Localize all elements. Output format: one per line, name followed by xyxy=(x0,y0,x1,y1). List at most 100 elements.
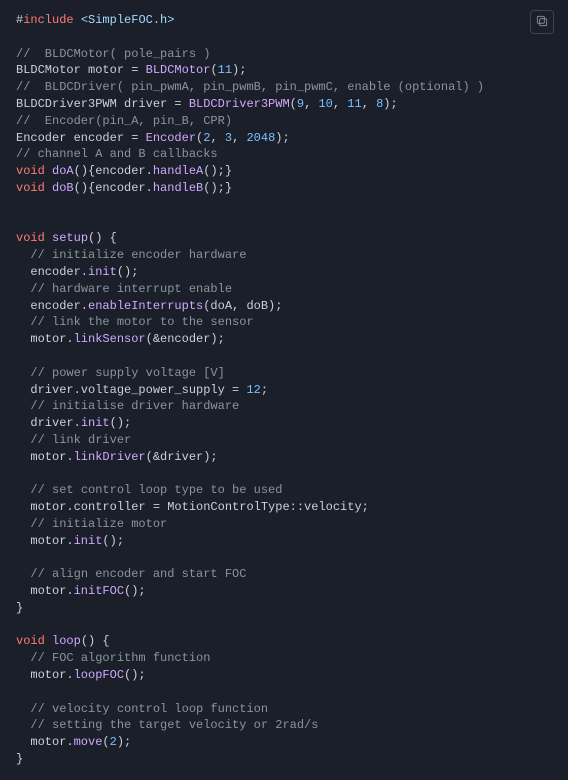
code-token: ); xyxy=(383,97,397,111)
code-token: motor.controller = MotionControlType::ve… xyxy=(16,500,369,514)
code-line: // FOC algorithm function xyxy=(16,650,552,667)
code-token: } xyxy=(16,752,23,766)
code-token: // setting the target velocity or 2rad/s xyxy=(30,718,318,732)
code-token: , xyxy=(304,97,318,111)
code-token: // BLDCDriver( pin_pwmA, pin_pwmB, pin_p… xyxy=(16,80,484,94)
code-line xyxy=(16,29,552,46)
code-token xyxy=(16,399,30,413)
code-line: driver.init(); xyxy=(16,415,552,432)
code-token: ; xyxy=(261,383,268,397)
code-token: motor. xyxy=(16,584,74,598)
code-content: #include <SimpleFOC.h> // BLDCMotor( pol… xyxy=(16,12,552,768)
code-line: motor.loopFOC(); xyxy=(16,667,552,684)
code-line: motor.initFOC(); xyxy=(16,583,552,600)
code-token: // link driver xyxy=(30,433,131,447)
code-token: (&driver); xyxy=(146,450,218,464)
code-line: // channel A and B callbacks xyxy=(16,146,552,163)
code-token xyxy=(16,248,30,262)
code-token xyxy=(74,13,81,27)
code-token: ); xyxy=(275,131,289,145)
code-token xyxy=(16,651,30,665)
code-token: init xyxy=(88,265,117,279)
code-token xyxy=(16,433,30,447)
code-token: (&encoder); xyxy=(146,332,225,346)
code-line: driver.voltage_power_supply = 12; xyxy=(16,382,552,399)
code-token: handleA xyxy=(153,164,203,178)
code-token: loop xyxy=(52,634,81,648)
code-token: , xyxy=(362,97,376,111)
code-token: (); xyxy=(117,265,139,279)
code-line xyxy=(16,617,552,634)
copy-icon xyxy=(535,14,549,31)
code-token: // FOC algorithm function xyxy=(30,651,210,665)
code-token: // initialize motor xyxy=(30,517,167,531)
code-token: move xyxy=(74,735,103,749)
code-token xyxy=(45,164,52,178)
code-line: void setup() { xyxy=(16,230,552,247)
code-token: 9 xyxy=(297,97,304,111)
code-token: loopFOC xyxy=(74,668,124,682)
code-line: encoder.init(); xyxy=(16,264,552,281)
code-token: ();} xyxy=(203,181,232,195)
code-token: void xyxy=(16,634,45,648)
code-line: motor.linkDriver(&driver); xyxy=(16,449,552,466)
code-line: // initialize motor xyxy=(16,516,552,533)
code-token: // initialize encoder hardware xyxy=(30,248,246,262)
code-token: , xyxy=(210,131,224,145)
code-token: driver.voltage_power_supply = xyxy=(16,383,246,397)
code-token: () { xyxy=(81,634,110,648)
code-token: , xyxy=(232,131,246,145)
code-token: Encoder xyxy=(146,131,196,145)
code-token: // BLDCMotor( pole_pairs ) xyxy=(16,47,210,61)
code-token: // align encoder and start FOC xyxy=(30,567,246,581)
code-token: (){encoder. xyxy=(74,164,153,178)
code-line: motor.linkSensor(&encoder); xyxy=(16,331,552,348)
code-token: ( xyxy=(102,735,109,749)
code-token: (); xyxy=(102,534,124,548)
code-token xyxy=(45,181,52,195)
code-token: driver. xyxy=(16,416,81,430)
code-token: motor. xyxy=(16,668,74,682)
code-line: void doB(){encoder.handleB();} xyxy=(16,180,552,197)
code-token: // velocity control loop function xyxy=(30,702,268,716)
code-token: (){encoder. xyxy=(74,181,153,195)
code-token: } xyxy=(16,601,23,615)
code-token: void xyxy=(16,181,45,195)
code-line: // align encoder and start FOC xyxy=(16,566,552,583)
code-line: void loop() { xyxy=(16,633,552,650)
code-token: handleB xyxy=(153,181,203,195)
code-token: // link the motor to the sensor xyxy=(30,315,253,329)
code-line: // velocity control loop function xyxy=(16,701,552,718)
code-token xyxy=(16,517,30,531)
code-token: ();} xyxy=(203,164,232,178)
code-token: BLDCMotor motor = xyxy=(16,63,146,77)
code-line: BLDCDriver3PWM driver = BLDCDriver3PWM(9… xyxy=(16,96,552,113)
code-token: (doA, doB); xyxy=(203,299,282,313)
code-line xyxy=(16,684,552,701)
code-line: // set control loop type to be used xyxy=(16,482,552,499)
code-token: // initialise driver hardware xyxy=(30,399,239,413)
code-token: setup xyxy=(52,231,88,245)
code-token: enableInterrupts xyxy=(88,299,203,313)
code-token: BLDCDriver3PWM driver = xyxy=(16,97,189,111)
code-token: linkDriver xyxy=(74,450,146,464)
code-token xyxy=(16,702,30,716)
code-token xyxy=(16,282,30,296)
code-token: encoder. xyxy=(16,299,88,313)
code-token: <SimpleFOC.h> xyxy=(81,13,175,27)
code-token: // channel A and B callbacks xyxy=(16,147,218,161)
code-token: encoder. xyxy=(16,265,88,279)
code-line: motor.controller = MotionControlType::ve… xyxy=(16,499,552,516)
copy-button[interactable] xyxy=(530,10,554,34)
code-line: // Encoder(pin_A, pin_B, CPR) xyxy=(16,113,552,130)
code-token: BLDCDriver3PWM xyxy=(189,97,290,111)
code-token: // hardware interrupt enable xyxy=(30,282,232,296)
code-token xyxy=(45,634,52,648)
code-token: Encoder encoder = xyxy=(16,131,146,145)
code-token: ); xyxy=(117,735,131,749)
code-token: void xyxy=(16,231,45,245)
code-line xyxy=(16,348,552,365)
code-line: // link driver xyxy=(16,432,552,449)
code-line: // link the motor to the sensor xyxy=(16,314,552,331)
code-token: (); xyxy=(110,416,132,430)
